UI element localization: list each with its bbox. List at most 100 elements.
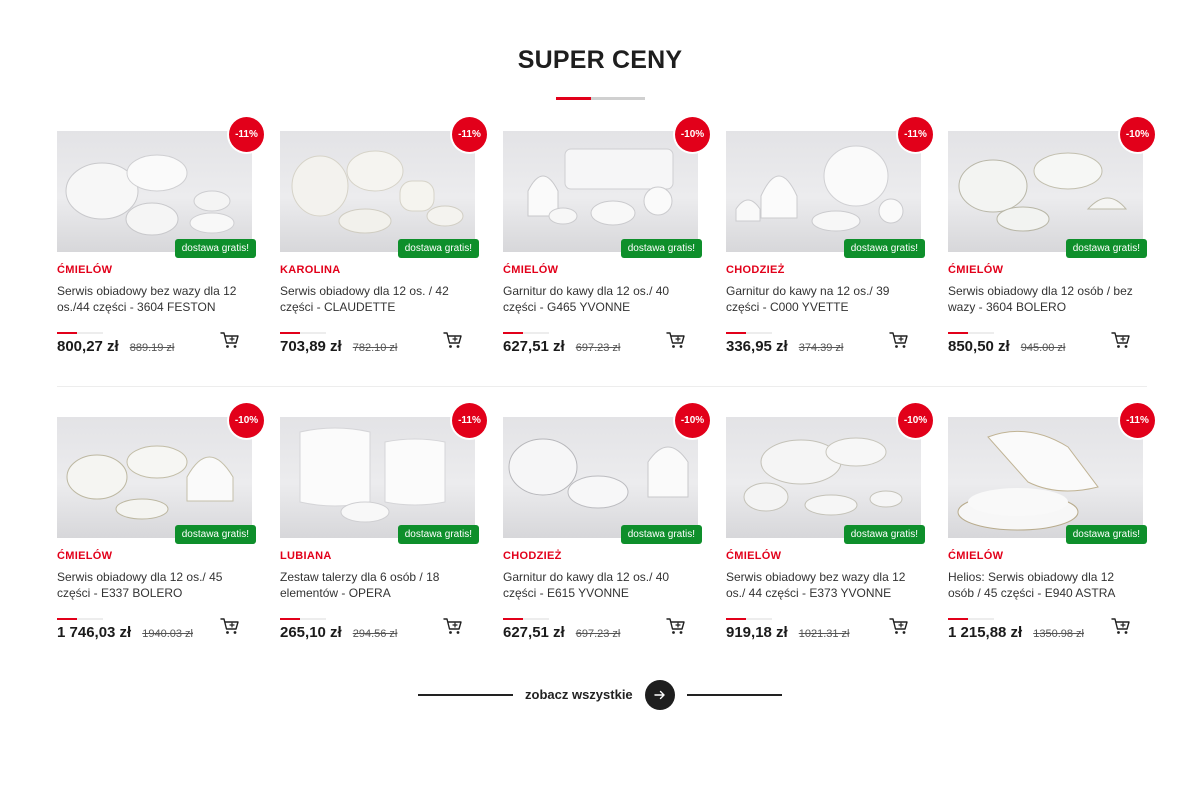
free-shipping-badge: dostawa gratis!: [620, 525, 702, 544]
arrow-right-icon[interactable]: [645, 680, 675, 710]
section-title: SUPER CENY: [517, 46, 683, 74]
cart-icon[interactable]: [1111, 331, 1131, 349]
see-all[interactable]: zobacz wszystkie: [418, 680, 782, 710]
product-image[interactable]: -11% dostawa gratis!: [57, 117, 264, 258]
cart-icon[interactable]: [666, 617, 686, 635]
product-card[interactable]: -10% dostawa gratis! ĆMIELÓW Serwis obiadow…: [57, 403, 264, 644]
price-divider: [57, 332, 103, 334]
product-price: 336,95 zł: [726, 338, 788, 355]
product-card[interactable]: -11% dostawa gratis! KAROLINA Serwis obiado…: [280, 117, 487, 358]
product-old-price: 1350.98 zł: [1033, 628, 1084, 640]
product-card[interactable]: -11% dostawa gratis! CHODZIEŻ Garnitur do k…: [726, 117, 933, 358]
discount-badge: -11%: [229, 117, 264, 152]
see-all-label[interactable]: zobacz wszystkie: [525, 687, 633, 702]
product-brand[interactable]: LUBIANA: [280, 550, 475, 562]
product-brand[interactable]: KAROLINA: [280, 264, 475, 276]
product-brand[interactable]: ĆMIELÓW: [948, 550, 1143, 562]
price-divider: [280, 332, 326, 334]
product-name[interactable]: Serwis obiadowy bez wazy dla 12 os./44 c…: [57, 283, 252, 315]
product-row-1: -11% dostawa gratis! ĆMIELÓW Serwis obiadow…: [57, 117, 1155, 417]
free-shipping-badge: dostawa gratis!: [1065, 525, 1147, 544]
discount-badge: -10%: [675, 117, 710, 152]
product-old-price: 697.23 zł: [575, 628, 621, 640]
product-old-price: 374.39 zł: [798, 342, 844, 354]
product-brand[interactable]: ĆMIELÓW: [948, 264, 1143, 276]
product-name[interactable]: Garnitur do kawy dla 12 os./ 40 części -…: [503, 569, 698, 601]
product-card[interactable]: -10% dostawa gratis! ĆMIELÓW Garnitur do ka…: [503, 117, 710, 358]
product-brand[interactable]: ĆMIELÓW: [726, 550, 921, 562]
product-price: 1 746,03 zł: [57, 624, 132, 641]
see-all-line-left: [418, 694, 513, 696]
product-old-price: 1940.03 zł: [142, 628, 193, 640]
free-shipping-badge: dostawa gratis!: [843, 239, 925, 258]
product-grid: -11% dostawa gratis! ĆMIELÓW Serwis obiadow…: [57, 117, 1155, 703]
product-card[interactable]: -11% dostawa gratis! ĆMIELÓW Serwis obiadow…: [57, 117, 264, 358]
price-divider: [503, 618, 549, 620]
product-name[interactable]: Garnitur do kawy na 12 os./ 39 części - …: [726, 283, 921, 315]
product-old-price: 945.00 zł: [1020, 342, 1066, 354]
title-underline: [556, 97, 645, 100]
product-name[interactable]: Serwis obiadowy dla 12 osób / bez wazy -…: [948, 283, 1143, 315]
product-card[interactable]: -10% dostawa gratis! CHODZIEŻ Garnitur do k…: [503, 403, 710, 644]
cart-icon[interactable]: [220, 331, 240, 349]
product-name[interactable]: Serwis obiadowy dla 12 os./ 45 części - …: [57, 569, 252, 601]
product-image[interactable]: -10% dostawa gratis!: [726, 403, 933, 544]
product-image[interactable]: -11% dostawa gratis!: [280, 403, 487, 544]
product-card[interactable]: -10% dostawa gratis! ĆMIELÓW Serwis obiadow…: [948, 117, 1155, 358]
product-row-2: -10% dostawa gratis! ĆMIELÓW Serwis obiadow…: [57, 403, 1155, 703]
product-image[interactable]: -10% dostawa gratis!: [57, 403, 264, 544]
free-shipping-badge: dostawa gratis!: [397, 525, 479, 544]
product-name[interactable]: Serwis obiadowy dla 12 os. / 42 części -…: [280, 283, 475, 315]
product-image[interactable]: -11% dostawa gratis!: [280, 117, 487, 258]
product-price: 1 215,88 zł: [948, 624, 1023, 641]
product-brand[interactable]: CHODZIEŻ: [726, 264, 921, 276]
cart-icon[interactable]: [889, 331, 909, 349]
price-divider: [948, 332, 994, 334]
product-card[interactable]: -10% dostawa gratis! ĆMIELÓW Serwis obiadow…: [726, 403, 933, 644]
product-price: 627,51 zł: [503, 624, 565, 641]
cart-icon[interactable]: [666, 331, 686, 349]
discount-badge: -10%: [229, 403, 264, 438]
product-image[interactable]: -10% dostawa gratis!: [948, 117, 1155, 258]
product-old-price: 889.19 zł: [129, 342, 175, 354]
product-price: 703,89 zł: [280, 338, 342, 355]
product-price: 265,10 zł: [280, 624, 342, 641]
cart-icon[interactable]: [220, 617, 240, 635]
product-name[interactable]: Helios: Serwis obiadowy dla 12 osób / 45…: [948, 569, 1143, 601]
product-image[interactable]: -11% dostawa gratis!: [726, 117, 933, 258]
price-divider: [726, 618, 772, 620]
product-image[interactable]: -10% dostawa gratis!: [503, 403, 710, 544]
product-name[interactable]: Zestaw talerzy dla 6 osób / 18 elementów…: [280, 569, 475, 601]
product-image[interactable]: -11% dostawa gratis!: [948, 403, 1155, 544]
product-old-price: 294.56 zł: [352, 628, 398, 640]
product-price: 850,50 zł: [948, 338, 1010, 355]
product-price: 627,51 zł: [503, 338, 565, 355]
free-shipping-badge: dostawa gratis!: [620, 239, 702, 258]
discount-badge: -11%: [898, 117, 933, 152]
discount-badge: -11%: [452, 403, 487, 438]
product-brand[interactable]: ĆMIELÓW: [503, 264, 698, 276]
cart-icon[interactable]: [1111, 617, 1131, 635]
price-divider: [503, 332, 549, 334]
discount-badge: -10%: [675, 403, 710, 438]
price-divider: [57, 618, 103, 620]
product-old-price: 1021.31 zł: [798, 628, 850, 640]
discount-badge: -10%: [898, 403, 933, 438]
cart-icon[interactable]: [443, 331, 463, 349]
product-old-price: 782.10 zł: [352, 342, 398, 354]
product-price: 800,27 zł: [57, 338, 119, 355]
product-brand[interactable]: ĆMIELÓW: [57, 264, 252, 276]
product-card[interactable]: -11% dostawa gratis! ĆMIELÓW Helios: Serwis…: [948, 403, 1155, 644]
product-brand[interactable]: CHODZIEŻ: [503, 550, 698, 562]
product-brand[interactable]: ĆMIELÓW: [57, 550, 252, 562]
cart-icon[interactable]: [889, 617, 909, 635]
free-shipping-badge: dostawa gratis!: [843, 525, 925, 544]
free-shipping-badge: dostawa gratis!: [397, 239, 479, 258]
free-shipping-badge: dostawa gratis!: [174, 525, 256, 544]
product-card[interactable]: -11% dostawa gratis! LUBIANA Zestaw talerzy…: [280, 403, 487, 644]
product-name[interactable]: Serwis obiadowy bez wazy dla 12 os./ 44 …: [726, 569, 921, 601]
product-image[interactable]: -10% dostawa gratis!: [503, 117, 710, 258]
cart-icon[interactable]: [443, 617, 463, 635]
product-name[interactable]: Garnitur do kawy dla 12 os./ 40 części -…: [503, 283, 698, 315]
product-old-price: 697.23 zł: [575, 342, 621, 354]
